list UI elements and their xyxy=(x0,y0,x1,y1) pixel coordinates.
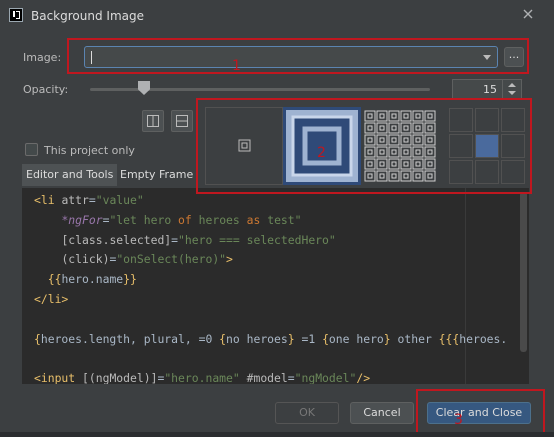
intellij-app-icon xyxy=(9,8,23,22)
code-token: }} xyxy=(123,272,137,287)
spinner-down-icon[interactable] xyxy=(508,91,516,95)
code-line: *ngFor="let hero of heroes as test" xyxy=(34,212,302,227)
vertical-scrollbar[interactable] xyxy=(520,192,527,352)
code-token: heroes. xyxy=(459,331,508,346)
dialog-title: Background Image xyxy=(31,9,144,23)
code-token: one hero xyxy=(328,331,384,346)
spinner-buttons[interactable] xyxy=(502,80,521,98)
flip-horizontal-button[interactable] xyxy=(142,110,164,132)
code-token: {{ xyxy=(47,272,62,287)
background-image-dialog: Background Image Image: ... Opacity: 15 … xyxy=(0,0,554,437)
code-line: (click)="onSelect(hero)"> xyxy=(34,252,233,267)
code-token: "value" xyxy=(95,193,144,207)
code-token: "let xyxy=(109,212,144,227)
code-preview: <li attr="value" *ngFor="let hero of her… xyxy=(22,188,529,384)
this-project-only-checkbox[interactable] xyxy=(25,143,38,156)
code-token: } xyxy=(383,331,391,346)
code-line: <input [(ngModel)]="hero.name" #model="n… xyxy=(34,371,370,384)
code-token: = xyxy=(88,193,96,207)
right-margin-guide xyxy=(465,188,466,384)
annotation-box-3 xyxy=(416,389,545,435)
code-token: *ngFor xyxy=(61,212,103,227)
ok-button[interactable]: OK xyxy=(275,402,339,424)
tab-editor-and-tools[interactable]: Editor and Tools xyxy=(22,164,118,186)
code-token: heroes.length, plural, =0 xyxy=(40,331,220,346)
tab-empty-frame[interactable]: Empty Frame xyxy=(116,164,197,186)
code-token: hero.name xyxy=(61,272,124,287)
code-token: "hero.name" xyxy=(164,371,240,384)
code-token: attr xyxy=(61,193,89,207)
cancel-button[interactable]: Cancel xyxy=(350,402,414,424)
code-line: {{hero.name}} xyxy=(34,272,137,286)
opacity-slider[interactable] xyxy=(90,81,430,95)
code-token: heroes xyxy=(191,212,247,227)
code-token: {{{ xyxy=(438,331,460,346)
annotation-number-1: 1 xyxy=(232,58,241,74)
code-token: = xyxy=(171,232,179,247)
code-token: [class.selected] xyxy=(61,232,172,247)
image-label: Image: xyxy=(23,51,62,64)
code-token: { xyxy=(322,331,329,346)
code-token: > xyxy=(226,252,233,267)
flip-vertical-button[interactable] xyxy=(171,110,193,132)
code-token: </li> xyxy=(34,292,69,306)
code-token: = xyxy=(287,371,295,384)
code-token: other xyxy=(390,331,439,346)
code-token: "hero === selectedHero" xyxy=(178,232,336,247)
code-token: /> xyxy=(356,371,371,384)
code-token: [(ngModel)] xyxy=(82,371,158,384)
code-token: "onSelect(hero)" xyxy=(116,252,227,267)
this-project-only-label: This project only xyxy=(44,144,135,157)
code-token: #model xyxy=(246,371,288,384)
code-token: no heroes xyxy=(226,331,288,346)
code-token: } xyxy=(287,331,295,346)
code-token: <li xyxy=(34,193,62,207)
opacity-spinner[interactable]: 15 xyxy=(452,79,522,99)
annotation-number-3: 3 xyxy=(454,412,463,428)
close-icon[interactable] xyxy=(520,6,536,22)
flip-vertical-icon xyxy=(176,115,188,127)
code-line: <li attr="value" xyxy=(34,193,144,207)
flip-horizontal-icon xyxy=(147,115,159,127)
code-line: {heroes.length, plural, =0 {no heroes} =… xyxy=(34,332,507,346)
code-token: { xyxy=(219,331,227,346)
annotation-box-2 xyxy=(196,98,532,194)
code-line: </li> xyxy=(34,292,68,306)
opacity-slider-thumb[interactable] xyxy=(138,81,150,95)
spinner-up-icon[interactable] xyxy=(508,83,516,87)
opacity-label: Opacity: xyxy=(23,83,69,96)
code-token: =1 xyxy=(294,331,323,346)
opacity-value: 15 xyxy=(483,83,497,96)
code-token: (click) xyxy=(61,252,110,267)
code-token: "ngModel" xyxy=(294,371,357,384)
code-line: [class.selected]="hero === selectedHero" xyxy=(34,232,336,247)
annotation-number-2: 2 xyxy=(317,145,326,161)
code-token: { xyxy=(34,331,41,346)
underlying-window-strip xyxy=(0,432,554,437)
title-bar: Background Image xyxy=(0,0,554,32)
code-token: <input xyxy=(34,371,83,384)
code-token: of xyxy=(178,212,192,227)
code-token: test" xyxy=(260,212,302,227)
annotation-box-1 xyxy=(67,38,529,74)
code-token: hero xyxy=(143,212,179,227)
code-token: as xyxy=(246,212,261,227)
